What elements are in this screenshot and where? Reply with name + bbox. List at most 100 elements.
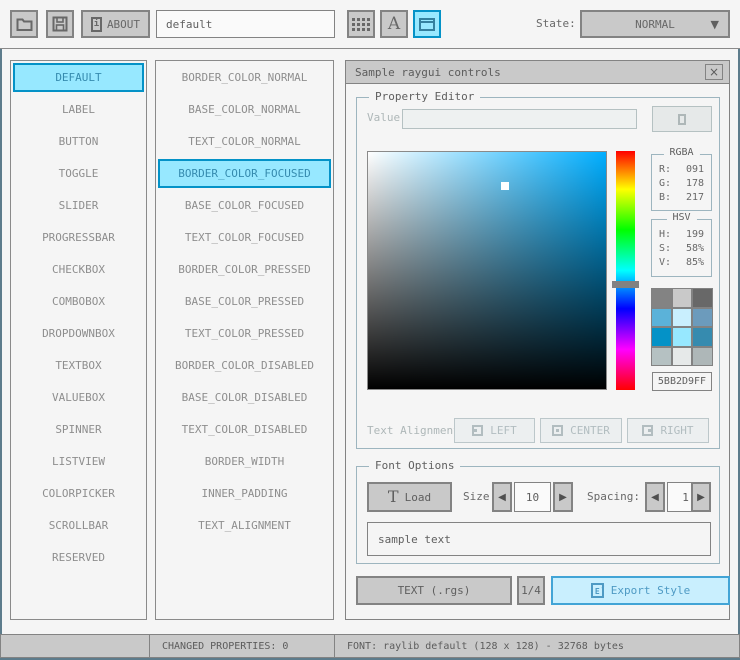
size-increase-button[interactable]: ▶ (553, 482, 573, 512)
color-swatch (652, 328, 671, 346)
align-left-icon (472, 425, 484, 436)
chevron-down-icon: ▼ (710, 18, 719, 31)
control-list-item-label: COLORPICKER (42, 487, 115, 500)
control-list-item[interactable]: COLORPICKER (13, 479, 144, 508)
font-view-button[interactable]: A (380, 10, 408, 38)
info-icon: i (90, 16, 102, 32)
state-dropdown-value: NORMAL (635, 17, 675, 31)
property-list-item[interactable]: BORDER_COLOR_DISABLED (158, 351, 331, 380)
control-list-item[interactable]: LABEL (13, 95, 144, 124)
status-cell-empty (0, 634, 150, 658)
value-input (402, 109, 637, 129)
property-editor-title: Property Editor (369, 90, 481, 103)
control-list-item-label: SLIDER (58, 199, 99, 212)
arrow-left-icon: ◀ (498, 491, 506, 503)
open-style-button[interactable] (10, 10, 38, 38)
control-list-item[interactable]: PROGRESSBAR (13, 223, 144, 252)
align-center-button: CENTER (540, 418, 622, 443)
state-dropdown[interactable]: NORMAL ▼ (580, 10, 730, 38)
control-list-item[interactable]: COMBOBOX (13, 287, 144, 316)
style-table-button[interactable] (347, 10, 375, 38)
color-swatch (672, 289, 692, 307)
hue-slider-handle[interactable] (612, 281, 639, 288)
align-right-button: RIGHT (627, 418, 709, 443)
property-list-item[interactable]: BORDER_COLOR_FOCUSED (158, 159, 331, 188)
control-list-item-label: SCROLLBAR (48, 519, 109, 532)
controls-view-button[interactable] (413, 10, 441, 38)
rgba-row: R: 091 (659, 164, 704, 178)
control-list-item[interactable]: SPINNER (13, 415, 144, 444)
control-list-item[interactable]: SCROLLBAR (13, 511, 144, 540)
control-list-item[interactable]: SLIDER (13, 191, 144, 220)
square-glyph-icon (678, 113, 686, 125)
property-list-item[interactable]: BASE_COLOR_PRESSED (158, 287, 331, 316)
property-list-item-label: BORDER_COLOR_DISABLED (174, 359, 315, 372)
property-list-item[interactable]: TEXT_COLOR_NORMAL (158, 127, 331, 156)
hsv-group-title: HSV (666, 212, 697, 223)
property-list-item[interactable]: TEXT_COLOR_FOCUSED (158, 223, 331, 252)
control-list-item[interactable]: RESERVED (13, 543, 144, 572)
control-list-item[interactable]: BUTTON (13, 127, 144, 156)
property-list-item[interactable]: TEXT_ALIGNMENT (158, 511, 331, 540)
export-style-button[interactable]: E Export Style (551, 576, 730, 605)
property-list-item-label: TEXT_COLOR_FOCUSED (184, 231, 305, 244)
property-list-item[interactable]: BASE_COLOR_FOCUSED (158, 191, 331, 220)
rgba-row-value: 217 (685, 192, 704, 203)
control-list-item[interactable]: DROPDOWNBOX (13, 319, 144, 348)
property-list-item[interactable]: BASE_COLOR_DISABLED (158, 383, 331, 412)
property-list-item[interactable]: TEXT_COLOR_DISABLED (158, 415, 331, 444)
property-list-item-label: TEXT_ALIGNMENT (198, 519, 291, 532)
changed-properties-text: CHANGED PROPERTIES: 0 (162, 640, 289, 652)
color-swatch (652, 347, 671, 365)
about-button-label: ABOUT (106, 17, 141, 31)
control-list-item[interactable]: LISTVIEW (13, 447, 144, 476)
property-list-item[interactable]: BORDER_COLOR_PRESSED (158, 255, 331, 284)
property-list-item[interactable]: INNER_PADDING (158, 479, 331, 508)
color-picker-panel[interactable] (367, 151, 607, 390)
save-style-button[interactable] (46, 10, 74, 38)
color-swatch (693, 308, 712, 326)
control-list-item[interactable]: DEFAULT (13, 63, 144, 92)
color-picker-shade (368, 152, 606, 389)
property-list-item[interactable]: TEXT_COLOR_PRESSED (158, 319, 331, 348)
color-swatch (652, 308, 671, 326)
control-list-item-label: VALUEBOX (52, 391, 105, 404)
export-format-label: TEXT (.rgs) (397, 584, 471, 597)
color-swatch (693, 328, 712, 346)
state-label: State: (536, 17, 576, 30)
property-list-item-label: BASE_COLOR_NORMAL (188, 103, 301, 116)
property-list-item[interactable]: BORDER_WIDTH (158, 447, 331, 476)
export-format-button[interactable]: TEXT (.rgs) (356, 576, 512, 605)
rgba-row: B: 217 (659, 192, 704, 206)
control-list-item[interactable]: VALUEBOX (13, 383, 144, 412)
spacing-increase-button[interactable]: ▶ (691, 482, 711, 512)
control-list-item[interactable]: TEXTBOX (13, 351, 144, 380)
property-list-item-label: TEXT_COLOR_NORMAL (188, 135, 301, 148)
size-value-text: 10 (525, 490, 540, 504)
arrow-left-icon: ◀ (651, 491, 659, 503)
color-swatch (693, 347, 712, 365)
hue-slider[interactable] (616, 151, 635, 390)
property-list-item[interactable]: BASE_COLOR_NORMAL (158, 95, 331, 124)
toolbar: i ABOUT A State: NORMAL ▼ (0, 0, 740, 49)
control-list-item[interactable]: CHECKBOX (13, 255, 144, 284)
control-list-item[interactable]: TOGGLE (13, 159, 144, 188)
style-name-input[interactable] (156, 10, 335, 38)
align-right-icon (642, 425, 654, 436)
rgba-group: RGBA R: 091 G: 178 B: 217 (651, 147, 712, 211)
rguistyler-app-window: i ABOUT A State: NORMAL ▼ DEFAULT LABEL (0, 0, 740, 660)
status-bar: CHANGED PROPERTIES: 0 FONT: raylib defau… (0, 634, 740, 658)
load-font-button[interactable]: T Load (367, 482, 452, 512)
property-list-item-label: TEXT_COLOR_PRESSED (184, 327, 305, 340)
close-window-button[interactable]: × (705, 64, 723, 80)
property-list-item-label: BORDER_COLOR_NORMAL (181, 71, 308, 84)
spacing-decrease-button[interactable]: ◀ (645, 482, 665, 512)
sample-text-box[interactable]: sample text (367, 522, 711, 556)
value-label: Value: (367, 111, 407, 124)
property-list-item[interactable]: BORDER_COLOR_NORMAL (158, 63, 331, 92)
format-page-button[interactable]: 1/4 (517, 576, 545, 605)
folder-open-icon (16, 17, 33, 32)
about-button[interactable]: i ABOUT (81, 10, 150, 38)
size-decrease-button[interactable]: ◀ (492, 482, 512, 512)
control-list-item-label: LABEL (61, 103, 96, 116)
